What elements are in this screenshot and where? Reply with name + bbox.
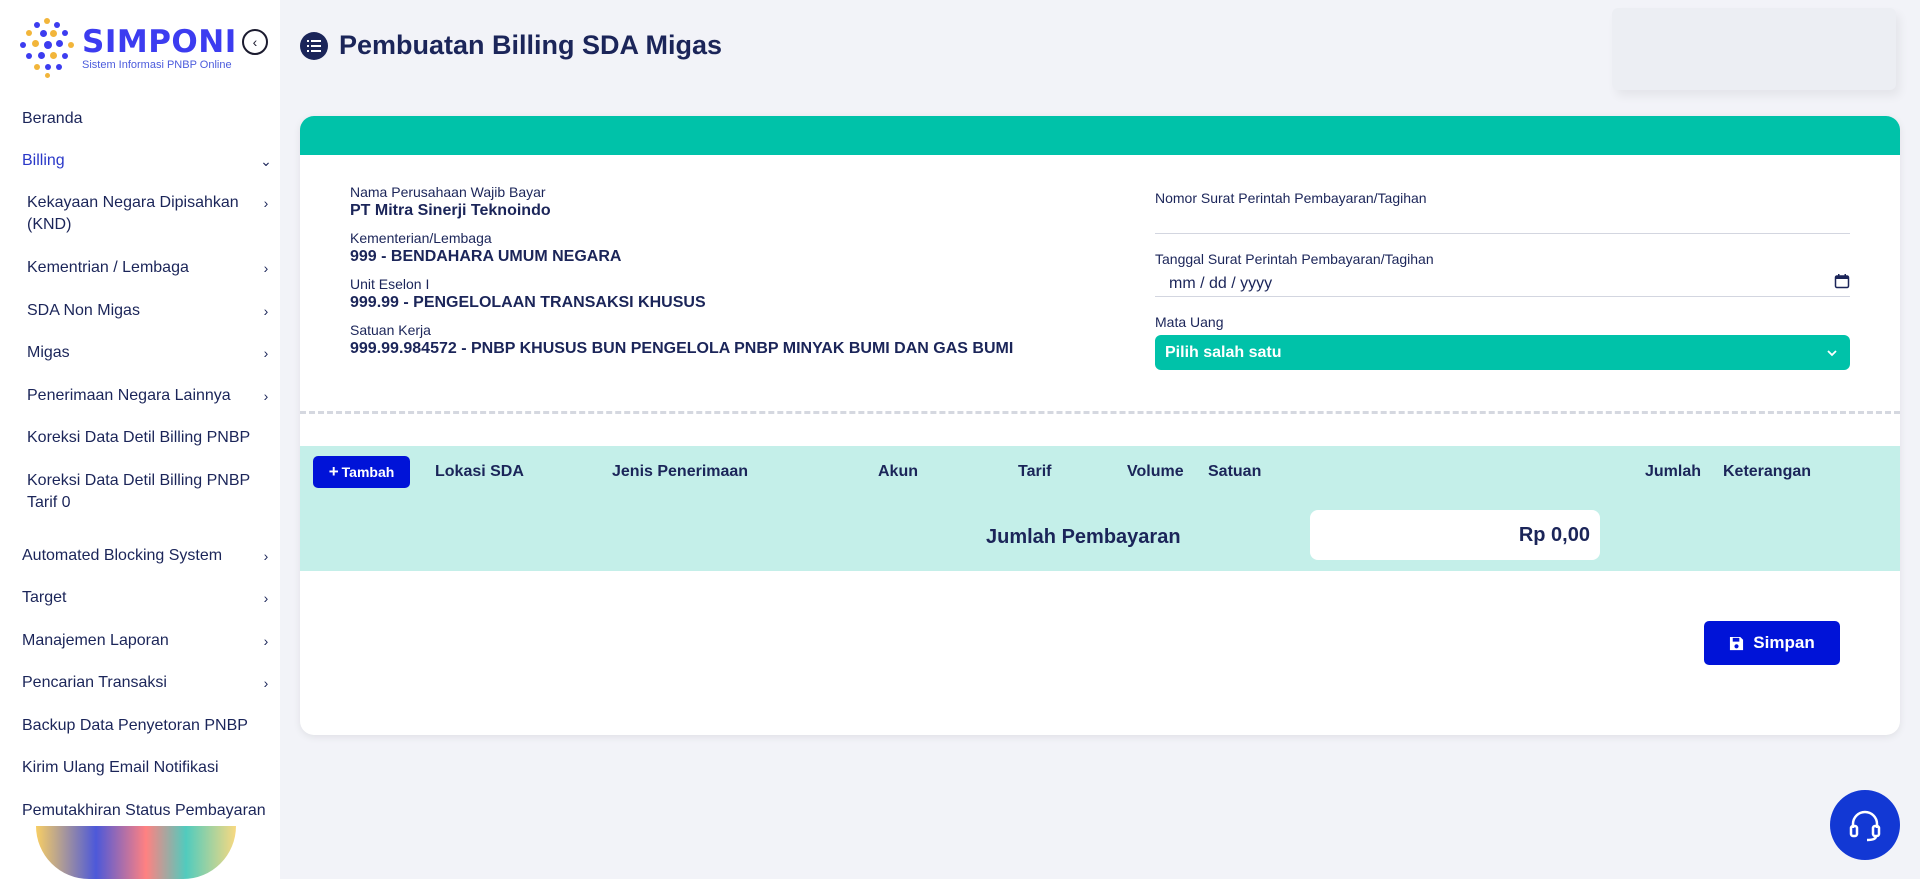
list-icon — [300, 31, 328, 60]
chevron-right-icon: › — [263, 675, 269, 691]
chevron-right-icon: › — [263, 548, 269, 564]
sidebar-item-label: Manajemen Laporan — [22, 632, 169, 649]
sidebar-item-koreksi-data-tarif-0[interactable]: Koreksi Data Detil Billing PNBP Tarif 0 — [27, 470, 272, 514]
chevron-down-icon — [1826, 344, 1838, 362]
column-header-akun: Akun — [878, 463, 918, 480]
sidebar-item-label: Target — [22, 589, 67, 606]
column-header-jumlah: Jumlah — [1645, 463, 1702, 480]
chevron-right-icon: › — [263, 633, 269, 649]
chevron-left-icon: ‹ — [252, 34, 258, 50]
sidebar-item-label: Automated Blocking System — [22, 547, 223, 564]
sidebar-item-label: Beranda — [22, 110, 83, 127]
column-header-lokasi-sda: Lokasi SDA — [435, 463, 524, 480]
ministry-value: 999 - BENDAHARA UMUM NEGARA — [350, 248, 622, 265]
currency-selected-value: Pilih salah satu — [1165, 343, 1282, 361]
sidebar-item-penerimaan-negara-lainnya[interactable]: Penerimaan Negara Lainnya › — [27, 385, 272, 407]
page-title: Pembuatan Billing SDA Migas — [339, 30, 723, 60]
tanggal-surat-label: Tanggal Surat Perintah Pembayaran/Tagiha… — [1155, 251, 1434, 267]
sidebar-item-koreksi-data[interactable]: Koreksi Data Detil Billing PNBP — [27, 427, 272, 449]
sidebar-item-backup-data[interactable]: Backup Data Penyetoran PNBP — [22, 715, 272, 737]
page-header: Pembuatan Billing SDA Migas — [300, 30, 722, 61]
sidebar-item-label: Kirim Ulang Email Notifikasi — [22, 759, 219, 776]
sidebar-item-pemutakhiran-status[interactable]: Pemutakhiran Status Pembayaran — [22, 800, 272, 822]
sidebar-item-billing[interactable]: Billing ⌄ — [22, 150, 272, 172]
sidebar-item-label: Penerimaan Negara Lainnya — [27, 387, 231, 404]
sidebar-decorative-illustration — [36, 826, 236, 879]
sidebar-item-automated-blocking-system[interactable]: Automated Blocking System › — [22, 545, 272, 567]
unit-label: Unit Eselon I — [350, 276, 430, 292]
chevron-right-icon: › — [263, 590, 269, 606]
chevron-right-icon: › — [263, 195, 269, 211]
sidebar-item-target[interactable]: Target › — [22, 587, 272, 609]
save-button[interactable]: Simpan — [1704, 621, 1840, 665]
save-button-label: Simpan — [1753, 633, 1815, 652]
chevron-right-icon: › — [263, 345, 269, 361]
sidebar-item-label: Kementrian / Lembaga — [27, 259, 189, 276]
simponi-logo[interactable]: SIMPONI Sistem Informasi PNBP Online — [18, 18, 237, 78]
satker-label: Satuan Kerja — [350, 322, 431, 338]
company-value: PT Mitra Sinerji Teknoindo — [350, 202, 551, 219]
add-row-label: Tambah — [341, 464, 395, 480]
unit-value: 999.99 - PENGELOLAAN TRANSAKSI KHUSUS — [350, 294, 706, 311]
column-header-satuan: Satuan — [1208, 463, 1262, 480]
plus-icon: + — [328, 462, 339, 481]
chevron-right-icon: › — [263, 260, 269, 276]
sidebar-item-label: Billing — [22, 152, 65, 169]
section-divider — [300, 411, 1900, 414]
sidebar-item-label: Koreksi Data Detil Billing PNBP Tarif 0 — [27, 472, 250, 511]
sidebar-item-sda-non-migas[interactable]: SDA Non Migas › — [27, 300, 272, 322]
billing-form: Nomor Surat Perintah Pembayaran/Tagihan … — [1155, 184, 1850, 370]
add-row-button[interactable]: + Tambah — [313, 456, 410, 488]
user-profile-box[interactable] — [1612, 8, 1896, 90]
chevron-down-icon: ⌄ — [260, 153, 272, 169]
sidebar-item-kementrian-lembaga[interactable]: Kementrian / Lembaga › — [27, 257, 272, 279]
sidebar-item-manajemen-laporan[interactable]: Manajemen Laporan › — [22, 630, 272, 652]
billing-items-table: + Tambah Lokasi SDA Jenis Penerimaan Aku… — [300, 446, 1900, 571]
sidebar-item-label: Pencarian Transaksi — [22, 674, 167, 691]
total-payment-value: Rp 0,00 — [1310, 510, 1600, 560]
column-header-keterangan: Keterangan — [1723, 463, 1812, 480]
sidebar-collapse-button[interactable]: ‹ — [242, 29, 268, 55]
sidebar-item-kirim-ulang-email[interactable]: Kirim Ulang Email Notifikasi — [22, 757, 272, 779]
card-header-bar — [300, 116, 1900, 155]
sidebar-item-label: SDA Non Migas — [27, 302, 140, 319]
sidebar-item-label: Kekayaan Negara Dipisahkan (KND) — [27, 194, 239, 233]
billing-form-card: Nama Perusahaan Wajib Bayar PT Mitra Sin… — [300, 116, 1900, 735]
satker-value: 999.99.984572 - PNBP KHUSUS BUN PENGELOL… — [350, 340, 1014, 357]
sidebar-item-beranda[interactable]: Beranda — [22, 108, 272, 130]
logo-dots-icon — [18, 18, 76, 78]
sidebar-item-label: Migas — [27, 344, 70, 361]
chevron-right-icon: › — [263, 303, 269, 319]
chevron-right-icon: › — [263, 388, 269, 404]
nomor-surat-input[interactable] — [1155, 206, 1850, 234]
sidebar: SIMPONI Sistem Informasi PNBP Online ‹ B… — [0, 0, 280, 879]
sidebar-item-pencarian-transaksi[interactable]: Pencarian Transaksi › — [22, 672, 272, 694]
taxpayer-info: Nama Perusahaan Wajib Bayar PT Mitra Sin… — [350, 184, 1013, 368]
calendar-icon[interactable] — [1834, 273, 1850, 294]
sidebar-item-label: Koreksi Data Detil Billing PNBP — [27, 429, 251, 446]
currency-label: Mata Uang — [1155, 314, 1224, 330]
column-header-jenis-penerimaan: Jenis Penerimaan — [612, 463, 749, 480]
sidebar-item-label: Pemutakhiran Status Pembayaran — [22, 802, 266, 819]
logo-title: SIMPONI — [82, 24, 237, 60]
nomor-surat-label: Nomor Surat Perintah Pembayaran/Tagihan — [1155, 190, 1427, 206]
currency-select[interactable]: Pilih salah satu — [1155, 335, 1850, 370]
sidebar-item-label: Backup Data Penyetoran PNBP — [22, 717, 248, 734]
headset-icon — [1849, 810, 1881, 842]
logo-subtitle: Sistem Informasi PNBP Online — [82, 59, 232, 71]
date-placeholder: mm / dd / yyyy — [1169, 274, 1273, 292]
tanggal-surat-input[interactable]: mm / dd / yyyy — [1155, 271, 1850, 297]
sidebar-item-migas[interactable]: Migas › — [27, 342, 272, 364]
total-payment-label: Jumlah Pembayaran — [986, 526, 1181, 548]
help-chat-button[interactable] — [1830, 790, 1900, 860]
sidebar-item-knd[interactable]: Kekayaan Negara Dipisahkan (KND) › — [27, 192, 272, 236]
company-label: Nama Perusahaan Wajib Bayar — [350, 184, 546, 200]
ministry-label: Kementerian/Lembaga — [350, 230, 492, 246]
floppy-disk-icon — [1730, 636, 1744, 650]
column-header-volume: Volume — [1127, 463, 1184, 480]
column-header-tarif: Tarif — [1018, 463, 1052, 480]
